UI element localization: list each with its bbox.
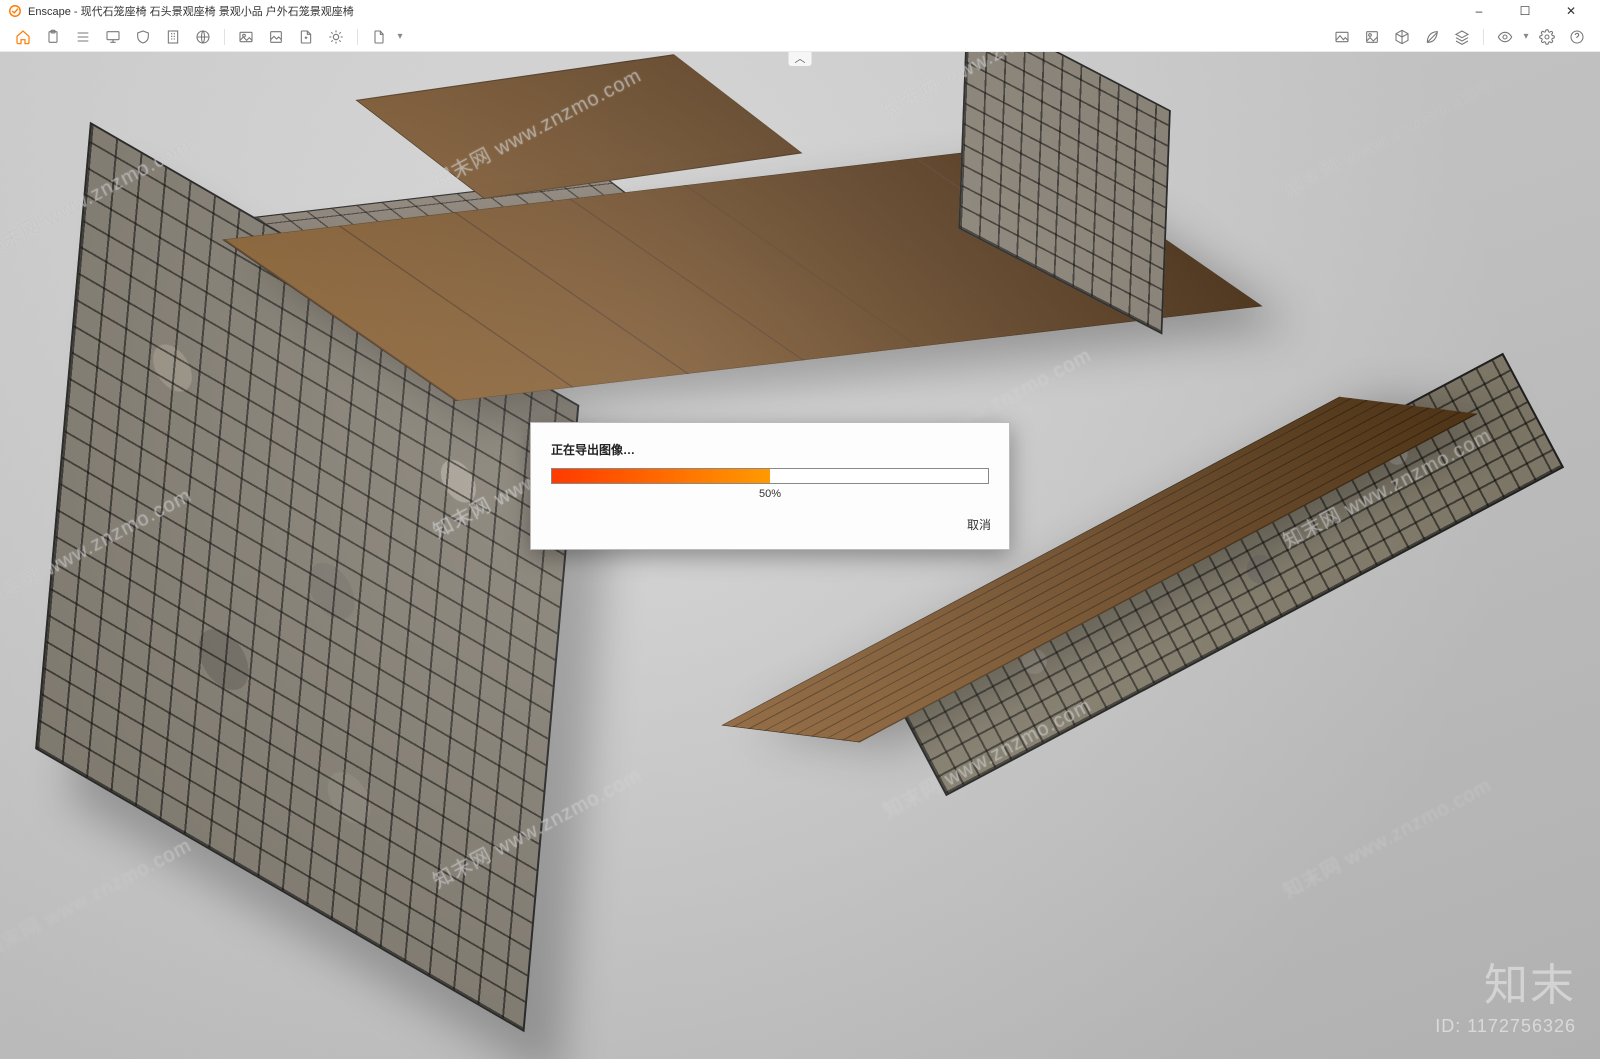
gear-icon[interactable]: [1533, 26, 1561, 48]
list-icon[interactable]: [69, 26, 97, 48]
progress-bar-fill: [552, 469, 770, 483]
cancel-button[interactable]: 取消: [963, 514, 995, 535]
render-viewport[interactable]: ︿ 知末网 www.znzmo.com 知末网 www.znzmo.com 知末…: [0, 52, 1600, 1059]
help-icon[interactable]: [1563, 26, 1591, 48]
file-icon[interactable]: [365, 26, 393, 48]
cube-icon[interactable]: [1388, 26, 1416, 48]
toolbar: ▾ ▾: [0, 22, 1600, 52]
image-icon[interactable]: [262, 26, 290, 48]
titlebar: Enscape - 现代石笼座椅 石头景观座椅 景观小品 户外石笼景观座椅 – …: [0, 0, 1600, 22]
monitor-icon[interactable]: [99, 26, 127, 48]
eye-icon[interactable]: [1491, 26, 1519, 48]
shield-icon[interactable]: [129, 26, 157, 48]
toolbar-separator: [224, 29, 225, 45]
leaf-icon[interactable]: [1418, 26, 1446, 48]
home-icon[interactable]: [9, 26, 37, 48]
progress-percent-label: 50%: [551, 488, 989, 500]
page-plus-icon[interactable]: [292, 26, 320, 48]
image-mountain-icon[interactable]: [1328, 26, 1356, 48]
toolbar-separator: [357, 29, 358, 45]
building-icon[interactable]: [159, 26, 187, 48]
sun-icon[interactable]: [322, 26, 350, 48]
clipboard-icon[interactable]: [39, 26, 67, 48]
minimize-button[interactable]: –: [1456, 0, 1502, 22]
chevron-down-icon[interactable]: ▾: [1520, 31, 1532, 42]
image-frame-icon[interactable]: [232, 26, 260, 48]
globe-icon[interactable]: [189, 26, 217, 48]
window-controls: – ☐ ✕: [1456, 0, 1594, 22]
dialog-title: 正在导出图像…: [551, 441, 989, 458]
progress-bar: [551, 468, 989, 484]
close-button[interactable]: ✕: [1548, 0, 1594, 22]
picture-icon[interactable]: [1358, 26, 1386, 48]
scene-placeholder: [0, 52, 1600, 1059]
export-progress-dialog: 正在导出图像… 50% 取消: [530, 422, 1010, 550]
layers-icon[interactable]: [1448, 26, 1476, 48]
app-icon: [8, 4, 22, 18]
window-title: Enscape - 现代石笼座椅 石头景观座椅 景观小品 户外石笼景观座椅: [28, 3, 354, 19]
document-title: 现代石笼座椅 石头景观座椅 景观小品 户外石笼景观座椅: [81, 6, 354, 18]
app-name: Enscape: [28, 6, 71, 18]
chevron-down-icon[interactable]: ▾: [394, 31, 406, 42]
toolbar-separator: [1483, 29, 1484, 45]
maximize-button[interactable]: ☐: [1502, 0, 1548, 22]
